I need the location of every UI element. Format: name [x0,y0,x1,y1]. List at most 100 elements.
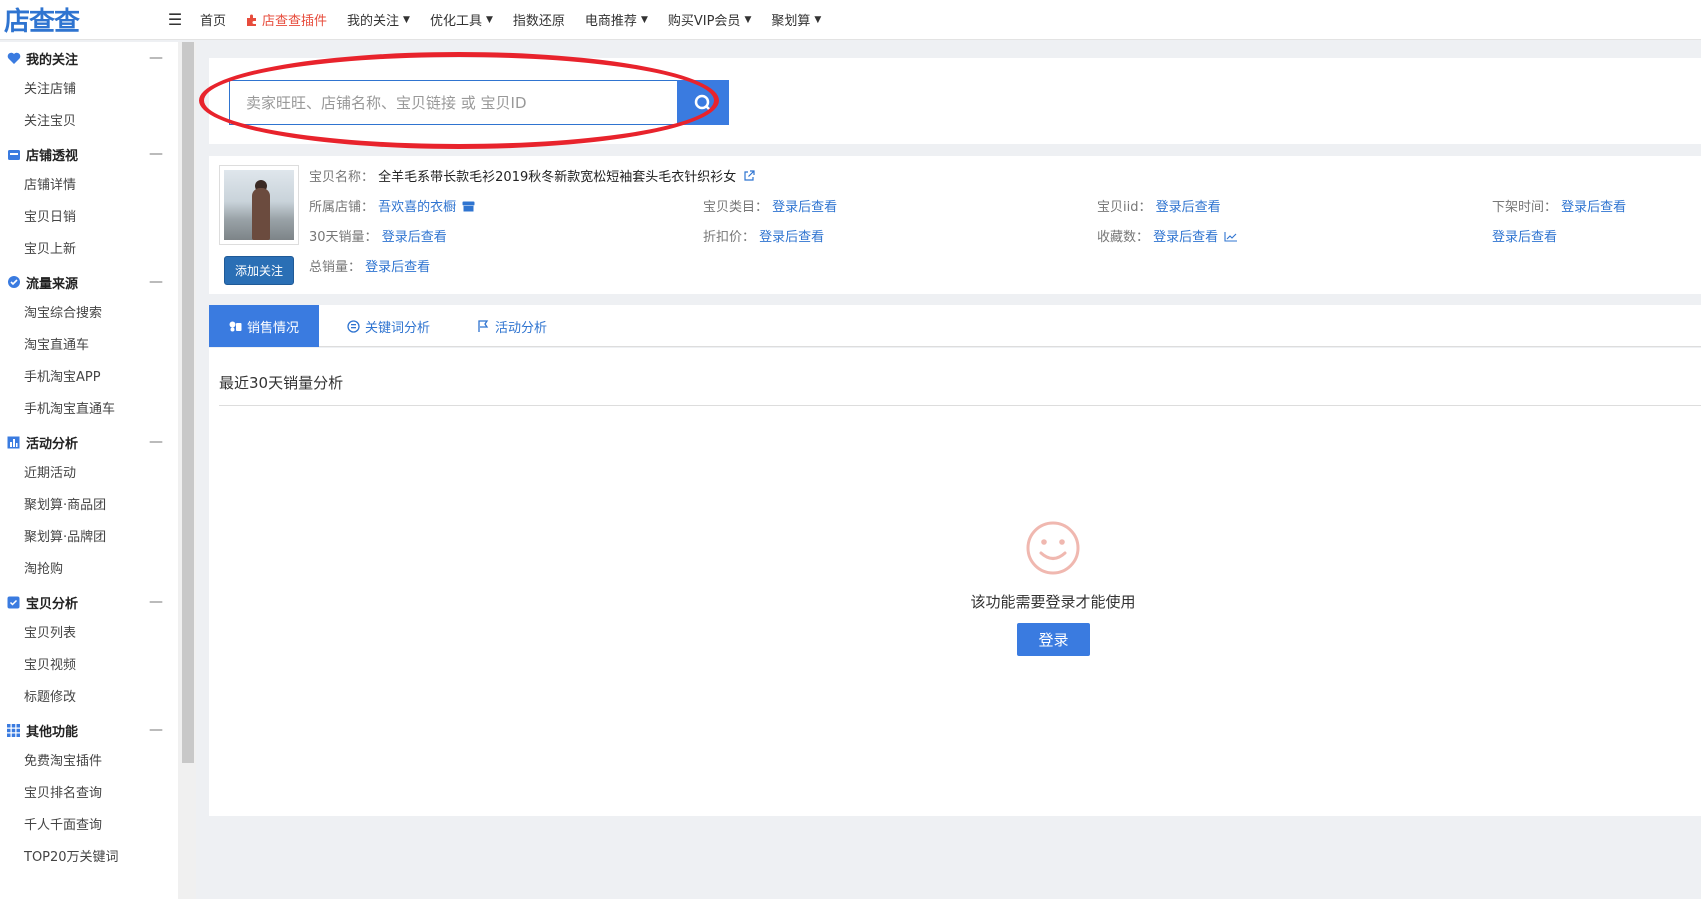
discount-field: 折扣价： 登录后查看 [703,230,825,245]
section-divider [219,405,1701,406]
discount-login-link[interactable]: 登录后查看 [759,230,824,245]
nav-ecommerce[interactable]: 电商推荐 ▼ [575,10,658,29]
tab-activity-analysis[interactable]: 活动分析 [477,305,547,347]
sidebar-item-recent-activity[interactable]: 近期活动 [0,458,163,490]
sidebar-scrollbar-thumb[interactable] [182,42,194,763]
sidebar-item-jhs-brand[interactable]: 聚划算·品牌团 [0,522,163,554]
sidebar-item-follow-shops[interactable]: 关注店铺 [0,74,163,106]
sidebar-group-my-follow[interactable]: 我的关注 — [0,42,163,74]
favorites-login-link[interactable]: 登录后查看 [1153,230,1218,245]
shop-link[interactable]: 吾欢喜的衣橱 [378,200,456,215]
external-link-icon[interactable] [743,170,755,182]
product-name: 全羊毛系带长款毛衫2019秋冬新款宽松短袖套头毛衣针织衫女 [378,170,737,185]
sales-icon [229,321,242,331]
category-field: 宝贝类目： 登录后查看 [703,200,838,215]
sidebar-item-new-products[interactable]: 宝贝上新 [0,234,163,266]
check-circle-icon [6,275,21,290]
offtime-login-link[interactable]: 登录后查看 [1561,200,1626,215]
product-image [224,170,294,240]
add-follow-button[interactable]: 添加关注 [224,256,294,285]
image-figure-body [252,188,270,240]
favorites-field: 收藏数： 登录后查看 [1097,226,1238,245]
sidebar-item-jhs-product[interactable]: 聚划算·商品团 [0,490,163,522]
sidebar-item-rank-query[interactable]: 宝贝排名查询 [0,778,163,810]
caret-down-icon: ▼ [814,14,822,25]
section-title: 最近30天销量分析 [219,374,344,392]
search-placeholder: 卖家旺旺、店铺名称、宝贝链接 或 宝贝ID [246,94,527,112]
sidebar-item-mobile-app[interactable]: 手机淘宝APP [0,362,163,394]
offtime-field: 下架时间： 登录后查看 [1492,200,1627,215]
sidebar-item-product-list[interactable]: 宝贝列表 [0,618,163,650]
login-button[interactable]: 登录 [1017,623,1090,656]
sidebar-item-daily-sales[interactable]: 宝贝日销 [0,202,163,234]
nav-plugin[interactable]: 店查查插件 [236,10,337,29]
total-sales-login-link[interactable]: 登录后查看 [365,260,430,275]
product-name-field: 宝贝名称： 全羊毛系带长款毛衫2019秋冬新款宽松短袖套头毛衣针织衫女 [309,166,755,185]
sales30-login-link[interactable]: 登录后查看 [382,230,447,245]
grid-icon [6,723,21,738]
smiley-icon [1026,521,1080,575]
store-icon [462,201,475,212]
caret-down-icon: ▼ [485,14,493,25]
sidebar-group-shop-insight[interactable]: 店铺透视 — [0,138,163,170]
top-bar: 店查查 ☰ 首页 店查查插件 我的关注 ▼ 优化工具 ▼ 指数还原 电商推荐 ▼ 购买… [0,0,1701,40]
sidebar-group-product-analysis[interactable]: 宝贝分析 — [0,586,163,618]
collapse-icon[interactable]: — [149,434,163,450]
total-sales-field: 总销量： 登录后查看 [309,260,431,275]
sidebar-group-other-features[interactable]: 其他功能 — [0,714,163,746]
logo-text: 店查查 [4,7,80,37]
collapse-icon[interactable]: — [149,274,163,290]
sidebar-item-follow-products[interactable]: 关注宝贝 [0,106,163,138]
sidebar-item-product-video[interactable]: 宝贝视频 [0,650,163,682]
nav-optimize-tools[interactable]: 优化工具 ▼ [420,10,503,29]
tab-sales[interactable]: 销售情况 [209,305,320,347]
iid-field: 宝贝iid： 登录后查看 [1097,200,1221,215]
nav-juhuasuan[interactable]: 聚划算 ▼ [761,10,831,29]
content-panel [209,348,1701,816]
search-button[interactable] [677,80,729,125]
tab-bar [209,305,1701,347]
checkbox-icon [6,595,21,610]
menu-toggle-icon[interactable]: ☰ [160,10,190,29]
category-login-link[interactable]: 登录后查看 [772,200,837,215]
sidebar-group-traffic-source[interactable]: 流量来源 — [0,266,163,298]
sidebar-item-taoqianggou[interactable]: 淘抢购 [0,554,163,586]
sidebar-item-taobao-express[interactable]: 淘宝直通车 [0,330,163,362]
shop-field: 所属店铺： 吾欢喜的衣橱 [309,196,475,215]
extra-login-link[interactable]: 登录后查看 [1492,230,1557,245]
nav-buy-vip[interactable]: 购买VIP会员 ▼ [658,10,762,29]
main-nav: 首页 店查查插件 我的关注 ▼ 优化工具 ▼ 指数还原 电商推荐 ▼ 购买VIP会员 ▼… [190,0,831,40]
product-thumbnail[interactable] [219,165,299,245]
nav-index-restore[interactable]: 指数还原 [503,10,575,29]
trend-chart-icon[interactable] [1224,231,1238,242]
puzzle-icon [247,14,257,26]
sidebar-item-free-plugin[interactable]: 免费淘宝插件 [0,746,163,778]
sidebar-item-title-edit[interactable]: 标题修改 [0,682,163,714]
caret-down-icon: ▼ [403,14,410,25]
collapse-icon[interactable]: — [149,594,163,610]
keyword-icon [347,319,360,333]
sidebar-item-mobile-express[interactable]: 手机淘宝直通车 [0,394,163,426]
logo[interactable]: 店查查 [0,0,160,40]
sidebar: 我的关注 — 关注店铺 关注宝贝 店铺透视 — 店铺详情 宝贝日销 宝贝上新 流… [0,42,178,899]
search-icon [694,94,712,111]
sidebar-item-top-keywords[interactable]: TOP20万关键词 [0,842,163,874]
iid-login-link[interactable]: 登录后查看 [1156,200,1221,215]
search-input[interactable]: 卖家旺旺、店铺名称、宝贝链接 或 宝贝ID [229,80,679,125]
caret-down-icon: ▼ [640,14,648,25]
activity-icon [478,319,489,332]
collapse-icon[interactable]: — [149,722,163,738]
heart-icon [6,51,21,66]
caret-down-icon: ▼ [744,14,752,25]
sidebar-item-personalized-query[interactable]: 千人千面查询 [0,810,163,842]
tab-keyword-analysis[interactable]: 关键词分析 [347,305,430,347]
collapse-icon[interactable]: — [149,146,163,162]
nav-my-follow[interactable]: 我的关注 ▼ [337,10,420,29]
login-required-message: 该功能需要登录才能使用 [970,593,1136,611]
nav-home[interactable]: 首页 [190,10,236,29]
sales30-field: 30天销量： 登录后查看 [309,230,447,245]
sidebar-item-shop-details[interactable]: 店铺详情 [0,170,163,202]
sidebar-item-taobao-search[interactable]: 淘宝综合搜索 [0,298,163,330]
collapse-icon[interactable]: — [149,50,163,66]
sidebar-group-activity-analysis[interactable]: 活动分析 — [0,426,163,458]
